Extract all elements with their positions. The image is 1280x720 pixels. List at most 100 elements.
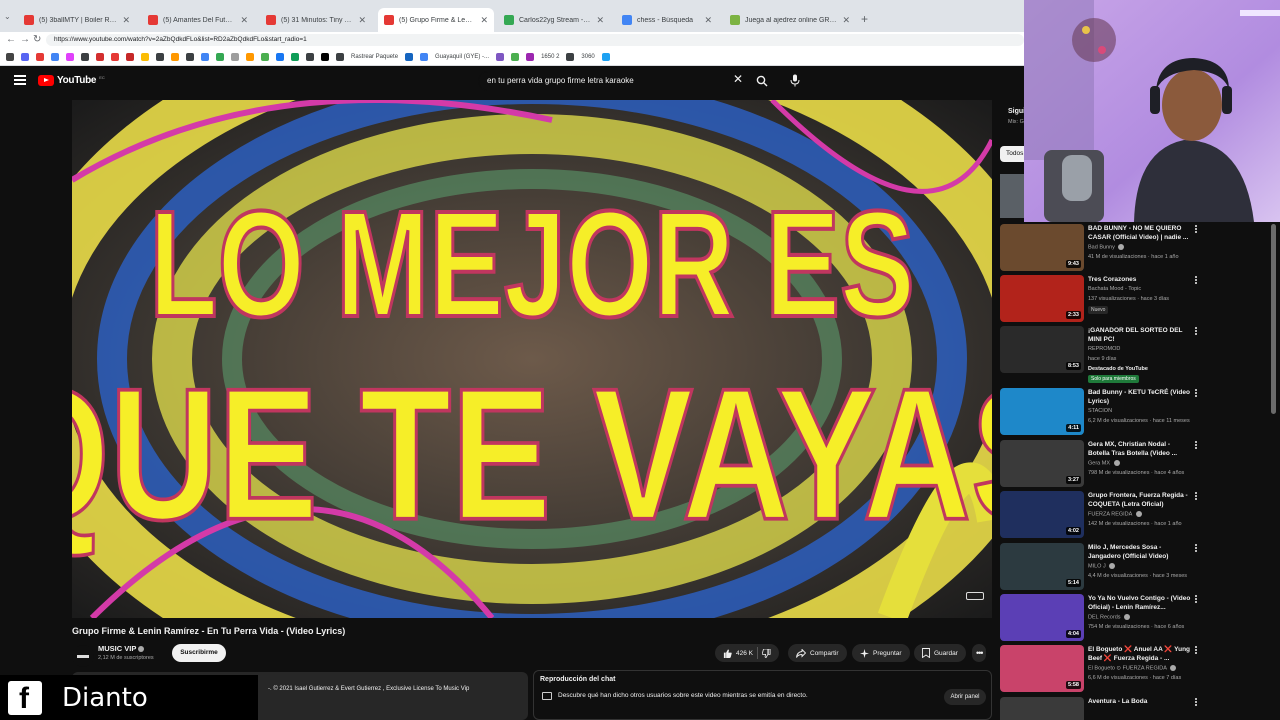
bookmark-icon[interactable] — [511, 52, 520, 61]
menu-icon[interactable] — [14, 75, 26, 85]
bookmark-icon[interactable] — [21, 52, 29, 61]
video-thumbnail[interactable]: 4:04 — [1000, 594, 1084, 641]
video-thumbnail[interactable]: 4:02 — [1000, 491, 1084, 538]
youtube-logo[interactable]: YouTube EC — [38, 75, 105, 86]
search-input[interactable]: en tu perra vida grupo firme letra karao… — [478, 71, 748, 91]
tab-close-icon[interactable]: ✕ — [596, 15, 604, 26]
share-button[interactable]: Compartir — [788, 644, 847, 662]
subscribe-button[interactable]: Suscribirme — [172, 644, 226, 662]
recommended-video-title[interactable]: Yo Ya No Vuelvo Contigo - (Video Oficial… — [1088, 594, 1192, 612]
recommended-video[interactable]: 9:43 BAD BUNNY - NO ME QUIERO CASAR (Offi… — [1000, 224, 1270, 272]
more-options-icon[interactable] — [1194, 225, 1198, 235]
more-options-icon[interactable] — [1194, 276, 1198, 286]
tab-close-icon[interactable]: ✕ — [240, 15, 248, 26]
channel-name[interactable]: MUSIC VIP — [98, 644, 145, 653]
bookmark-icon[interactable] — [601, 52, 610, 61]
channel-avatar[interactable] — [72, 645, 94, 667]
channel-name-text[interactable]: MUSIC VIP — [98, 644, 136, 653]
back-icon[interactable]: ← — [6, 34, 16, 45]
video-thumbnail[interactable]: 4:11 — [1000, 388, 1084, 435]
new-tab-button[interactable]: + — [861, 12, 868, 26]
recommended-video-title[interactable]: Milo J, Mercedes Sosa - Jangadero (Offic… — [1088, 543, 1192, 561]
bookmark-label[interactable]: Guayaquil (GYE) -... — [435, 54, 489, 60]
bookmark-icon[interactable] — [186, 52, 194, 61]
video-thumbnail[interactable]: 3:27 — [1000, 440, 1084, 487]
tab-search-chevron-icon[interactable]: ⌄ — [4, 12, 11, 21]
recommended-video[interactable]: 2:33 Tres Corazones Bachata Mood - Topic 13… — [1000, 275, 1270, 323]
bookmark-icon[interactable] — [231, 52, 239, 61]
bookmark-icon[interactable] — [111, 52, 119, 61]
bookmark-icon[interactable] — [36, 52, 44, 61]
bookmark-icon[interactable] — [81, 52, 89, 61]
open-chat-button[interactable]: Abrir panel — [944, 689, 986, 705]
bookmark-icon[interactable] — [276, 52, 284, 61]
recommended-video[interactable]: Aventura - La Boda — [1000, 697, 1270, 720]
recommended-video[interactable]: 8:53 ¡GANADOR DEL SORTEO DEL MINI PC! REPR… — [1000, 326, 1270, 383]
recommended-video[interactable]: 3:27 Gera MX, Christian Nodal - Botella T… — [1000, 440, 1270, 488]
thumbs-down-icon[interactable] — [762, 648, 771, 658]
browser-tab[interactable]: chess - Búsqueda ✕ — [616, 9, 718, 31]
video-thumbnail[interactable]: 2:33 — [1000, 275, 1084, 322]
more-options-icon[interactable] — [1194, 646, 1198, 656]
video-thumbnail[interactable]: 8:53 — [1000, 326, 1084, 373]
recommended-video-title[interactable]: El Bogueto ❌ Anuel AA ❌ Yung Beef ❌ Fuer… — [1088, 645, 1192, 663]
more-actions-button[interactable]: ••• — [972, 644, 987, 662]
recommended-video-title[interactable]: ¡GANADOR DEL SORTEO DEL MINI PC! — [1088, 326, 1192, 344]
bookmark-icon[interactable] — [496, 52, 505, 61]
browser-tab[interactable]: (5) Amantes Del Futuro | Boiler Ro ✕ — [142, 9, 254, 31]
bookmark-icon[interactable] — [321, 52, 329, 61]
like-button[interactable]: 426 K — [723, 648, 753, 658]
recommended-video-title[interactable]: Bad Bunny - KETU TeCRÉ (Video Lyrics) — [1088, 388, 1192, 406]
recommended-video[interactable]: 4:02 Grupo Frontera, Fuerza Regida - COQU… — [1000, 491, 1270, 539]
bookmark-icon[interactable] — [526, 52, 535, 61]
bookmark-label[interactable]: 3060 — [581, 54, 594, 60]
more-options-icon[interactable] — [1194, 698, 1198, 708]
recommended-video-title[interactable]: Grupo Frontera, Fuerza Regida - COQUETA … — [1088, 491, 1192, 509]
video-thumbnail[interactable]: 9:43 — [1000, 224, 1084, 271]
browser-tab[interactable]: Carlos22yg Stream - Watch Li ✕ — [498, 9, 610, 31]
more-options-icon[interactable] — [1194, 327, 1198, 337]
tab-close-icon[interactable]: ✕ — [122, 15, 130, 26]
bookmark-icon[interactable] — [216, 52, 224, 61]
url-field[interactable]: https://www.youtube.com/watch?v=2aZbQdkd… — [46, 34, 1024, 46]
bookmark-icon[interactable] — [66, 52, 74, 61]
bookmark-label[interactable]: Rastrear Paquete — [351, 54, 398, 60]
bookmark-icon[interactable] — [156, 52, 164, 61]
video-thumbnail[interactable]: 5:14 — [1000, 543, 1084, 590]
forward-icon[interactable]: → — [20, 34, 30, 45]
more-options-icon[interactable] — [1194, 492, 1198, 502]
tab-close-icon[interactable]: ✕ — [842, 15, 850, 26]
bookmark-icon[interactable] — [126, 52, 134, 61]
recommended-video-title[interactable]: Aventura - La Boda — [1088, 697, 1192, 706]
browser-tab[interactable]: (5) 3ballMTY | Boiler Room SYSTE ✕ — [18, 9, 136, 31]
recommended-video-title[interactable]: BAD BUNNY - NO ME QUIERO CASAR (Official… — [1088, 224, 1192, 242]
tab-close-icon[interactable]: ✕ — [480, 15, 488, 26]
more-options-icon[interactable] — [1194, 389, 1198, 399]
reload-icon[interactable]: ↻ — [33, 34, 41, 45]
sidebar-scrollbar[interactable] — [1271, 224, 1276, 414]
bookmark-icon[interactable] — [51, 52, 59, 61]
video-thumbnail[interactable] — [1000, 697, 1084, 720]
bookmark-icon[interactable] — [171, 52, 179, 61]
bookmark-icon[interactable] — [405, 52, 414, 61]
tab-close-icon[interactable]: ✕ — [358, 15, 366, 26]
bookmark-icon[interactable] — [141, 52, 149, 61]
recommended-video[interactable]: 5:14 Milo J, Mercedes Sosa - Jangadero (O… — [1000, 543, 1270, 591]
more-options-icon[interactable] — [1194, 544, 1198, 554]
recommended-video[interactable]: 4:11 Bad Bunny - KETU TeCRÉ (Video Lyrics… — [1000, 388, 1270, 436]
clear-search-icon[interactable]: ✕ — [733, 72, 743, 86]
browser-tab[interactable]: (5) 31 Minutos: Tiny Desk Concert ✕ — [260, 9, 372, 31]
recommended-video[interactable]: 5:58 El Bogueto ❌ Anuel AA ❌ Yung Beef ❌ … — [1000, 645, 1270, 693]
bookmark-icon[interactable] — [96, 52, 104, 61]
bookmark-icon[interactable] — [420, 52, 429, 61]
partial-thumbnail[interactable] — [1000, 174, 1026, 218]
video-thumbnail[interactable]: 5:58 — [1000, 645, 1084, 692]
recommended-video[interactable]: 4:04 Yo Ya No Vuelvo Contigo - (Video Ofi… — [1000, 594, 1270, 642]
bookmark-icon[interactable] — [336, 52, 344, 61]
bookmark-label[interactable]: 1650 2 — [541, 54, 559, 60]
save-button[interactable]: Guardar — [914, 644, 966, 662]
bookmark-icon[interactable] — [6, 52, 14, 61]
bookmark-icon[interactable] — [201, 52, 209, 61]
search-button[interactable] — [752, 71, 772, 91]
bookmark-icon[interactable] — [566, 52, 575, 61]
